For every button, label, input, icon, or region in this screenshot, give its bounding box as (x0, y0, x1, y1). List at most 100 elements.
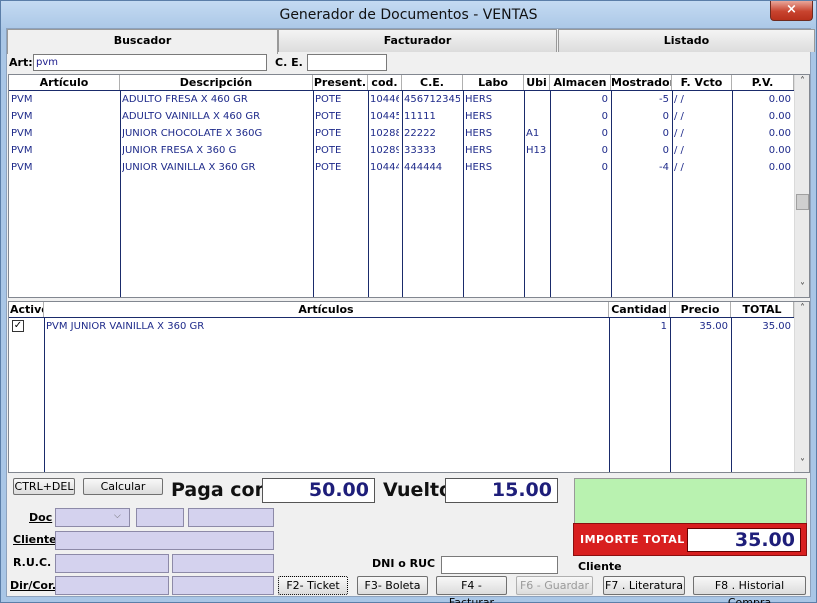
column-header[interactable]: Labo (463, 75, 524, 90)
table-cell: POTE (315, 111, 342, 122)
column-header[interactable]: cod. (368, 75, 402, 90)
f8-historial-button[interactable]: F8 . Historial Compra (693, 576, 806, 603)
table-cell: HERS (465, 94, 493, 105)
table-row[interactable]: PVM JUNIOR CHOCOLATE X 360G POTE 10288 22222… (9, 125, 794, 142)
table-cell: PVM (11, 111, 33, 122)
table-cell: HERS (465, 128, 493, 139)
column-divider (731, 317, 732, 472)
column-header[interactable]: Ubi (524, 75, 550, 90)
table-cell: 10446 (370, 94, 399, 105)
table-cell: POTE (315, 94, 342, 105)
scroll-thumb[interactable] (796, 194, 809, 210)
status-panel (574, 478, 807, 524)
scroll-down-icon[interactable]: ˅ (795, 281, 810, 295)
doc-number-input[interactable] (188, 508, 274, 527)
ruc-extra-input[interactable] (172, 554, 274, 573)
table-cell: 0.00 (768, 145, 791, 156)
cart-grid[interactable]: ActivoArtículosCantidadPrecioTOTAL ✓ PVM … (8, 301, 810, 473)
close-button[interactable]: × (770, 1, 813, 21)
column-header[interactable]: F. Vcto (672, 75, 732, 90)
scroll-down-icon[interactable]: ˅ (795, 457, 810, 471)
table-cell: HERS (465, 145, 493, 156)
f7-literatura-button[interactable]: F7 . Literatura (603, 576, 685, 595)
column-header[interactable]: Cantidad (609, 302, 670, 317)
importe-total-value: 35.00 (687, 528, 801, 552)
column-header[interactable]: TOTAL (731, 302, 794, 317)
table-cell: / / (674, 111, 684, 122)
table-cell: 0 (662, 128, 669, 139)
doc-serie-input[interactable] (136, 508, 184, 527)
dni-ruc-input[interactable] (441, 556, 558, 574)
table-cell: 10444 (370, 162, 399, 173)
cart-cell-article: PVM JUNIOR VAINILLA X 360 GR (46, 321, 205, 332)
table-cell: 0.00 (768, 111, 791, 122)
ruc-input[interactable] (55, 554, 169, 573)
table-row[interactable]: PVM JUNIOR VAINILLA X 360 GR POTE 10444 4444… (9, 159, 794, 176)
scroll-up-icon[interactable]: ˄ (795, 302, 810, 316)
table-cell: 0 (662, 145, 669, 156)
cliente-label: Cliente (13, 533, 57, 546)
art-input[interactable]: pvm (33, 54, 267, 71)
table-row[interactable]: PVM ADULTO VAINILLA X 460 GR POTE 10445 1111… (9, 108, 794, 125)
cliente-input[interactable] (55, 531, 274, 550)
column-divider (44, 317, 45, 472)
f2-ticket-button[interactable]: F2- Ticket (278, 576, 348, 595)
products-grid[interactable]: Artículo Descripción Present. cod. C.E. Labo U… (8, 74, 810, 298)
table-cell: POTE (315, 145, 342, 156)
table-cell: 22222 (404, 128, 436, 139)
column-header[interactable]: Precio (670, 302, 731, 317)
vuelto-label: Vuelto (383, 479, 453, 501)
doc-select[interactable]: ⌵ (55, 508, 130, 527)
dir-extra-input[interactable] (172, 576, 274, 595)
table-cell: H13 (526, 145, 547, 156)
column-header[interactable]: Almacen (550, 75, 611, 90)
dir-label: Dir/Cor. (10, 579, 57, 592)
table-cell: / / (674, 94, 684, 105)
table-cell: -5 (659, 94, 669, 105)
column-divider (670, 317, 671, 472)
column-header[interactable]: P.V. (732, 75, 794, 90)
cart-row[interactable]: ✓ PVM JUNIOR VAINILLA X 360 GR 1 35.00 35.00 (9, 318, 794, 335)
window-title: Generador de Documentos - VENTAS (279, 7, 538, 23)
paga-con-input[interactable]: 50.00 (262, 478, 375, 503)
column-header[interactable]: Descripción (120, 75, 313, 90)
table-cell: POTE (315, 162, 342, 173)
column-header[interactable]: Activo (9, 302, 44, 317)
ruc-label: R.U.C. (13, 556, 52, 569)
ctrl-del-button[interactable]: CTRL+DEL (13, 478, 75, 495)
column-header[interactable]: Present. (313, 75, 368, 90)
products-scrollbar[interactable]: ˄ ˅ (794, 75, 809, 297)
table-cell: ADULTO VAINILLA X 460 GR (122, 111, 261, 122)
calcular-button[interactable]: Calcular (83, 478, 163, 495)
column-header[interactable]: Artículo (9, 75, 120, 90)
table-cell: 10288 (370, 128, 399, 139)
table-cell: / / (674, 128, 684, 139)
f4-facturar-button[interactable]: F4 - Facturar (436, 576, 507, 603)
table-cell: -4 (659, 162, 669, 173)
dni-ruc-label: DNI o RUC (372, 557, 436, 570)
column-header[interactable]: C.E. (402, 75, 463, 90)
table-cell: 0 (662, 111, 669, 122)
scroll-up-icon[interactable]: ˄ (795, 75, 810, 89)
table-cell: ADULTO FRESA X 460 GR (122, 94, 248, 105)
tab-listado[interactable]: Listado (558, 29, 815, 52)
chevron-down-icon[interactable]: ⌵ (114, 511, 121, 521)
f6-guardar-button[interactable]: F6 - Guardar (516, 576, 593, 595)
column-header[interactable]: Artículos (44, 302, 609, 317)
table-cell: A1 (526, 128, 540, 139)
tab-buscador[interactable]: Buscador (7, 29, 278, 54)
table-row[interactable]: PVM ADULTO FRESA X 460 GR POTE 10446 4567123… (9, 91, 794, 108)
table-row[interactable]: PVM JUNIOR FRESA X 360 G POTE 10289 33333 HER… (9, 142, 794, 159)
art-label: Art: (9, 56, 33, 69)
tab-facturador[interactable]: Facturador (278, 29, 557, 52)
table-cell: PVM (11, 94, 33, 105)
column-header[interactable]: Mostrador (611, 75, 672, 90)
table-cell: JUNIOR FRESA X 360 G (122, 145, 237, 156)
cart-scrollbar[interactable]: ˄ ˅ (794, 302, 809, 472)
table-cell (526, 159, 547, 176)
f3-boleta-button[interactable]: F3- Boleta (357, 576, 428, 595)
table-cell (526, 108, 547, 125)
active-checkbox[interactable]: ✓ (12, 320, 24, 332)
ce-input[interactable] (307, 54, 387, 71)
dir-input[interactable] (55, 576, 169, 595)
